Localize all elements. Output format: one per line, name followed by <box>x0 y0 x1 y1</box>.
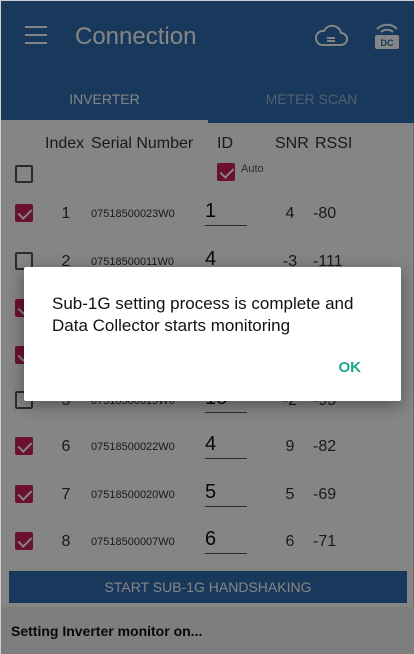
ok-button[interactable]: OK <box>339 359 362 376</box>
app-screen: Connection DC INVERTER METER SCAN Index … <box>0 0 414 654</box>
dialog-message: Sub-1G setting process is complete and D… <box>52 294 354 335</box>
alert-dialog: Sub-1G setting process is complete and D… <box>24 267 401 401</box>
